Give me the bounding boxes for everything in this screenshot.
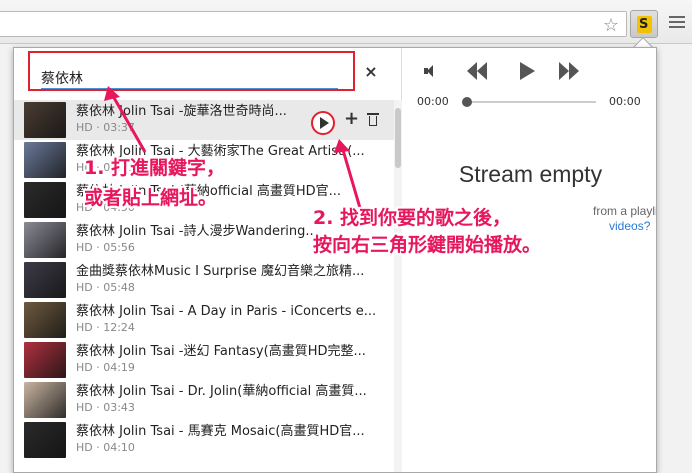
annotation-step1-line1: 1. 打進關鍵字， [84, 157, 226, 179]
annotation-step2-line1: 2. 找到你要的歌之後， [313, 207, 512, 229]
result-meta: HD · 05:56 [76, 241, 135, 254]
result-row[interactable]: 蔡依林 Jolin Tsai -旋華洛世奇時尚... HD · 03:37 + [14, 100, 394, 140]
play-result-button[interactable] [311, 111, 335, 135]
extension-logo-icon: S [637, 16, 652, 33]
video-thumbnail[interactable] [24, 342, 66, 378]
browser-toolbar: ☆ S [0, 0, 692, 44]
result-meta: HD · 05:48 [76, 281, 135, 294]
result-row[interactable]: 金曲獎蔡依林Music I Surprise 魔幻音樂之旅精... HD · 05… [14, 260, 394, 300]
result-meta: HD · 04:19 [76, 361, 135, 374]
result-title: 蔡依林 Jolin Tsai - 馬賽克 Mosaic(高畫質HD官... [76, 424, 365, 439]
video-thumbnail[interactable] [24, 182, 66, 218]
video-thumbnail[interactable] [24, 382, 66, 418]
result-title: 蔡依林 Jolin Tsai - A Day in Paris - iConce… [76, 304, 377, 319]
address-bar[interactable] [0, 11, 627, 37]
result-title: 金曲獎蔡依林Music I Surprise 魔幻音樂之旅精... [76, 264, 365, 279]
rewind-icon[interactable] [467, 62, 489, 80]
screen: ☆ S × 蔡依林 Jolin Tsai -旋華洛世奇時尚... HD · 03:… [0, 0, 692, 473]
annotation-step2-line2: 按向右三角形鍵開始播放。 [313, 234, 542, 256]
result-meta: HD · 04:10 [76, 441, 135, 454]
results-scrollbar[interactable] [394, 100, 402, 472]
player-pane: 00:00 00:00 Stream empty from a playlist… [403, 48, 656, 472]
result-title: 蔡依林 Jolin Tsai -迷幻 Fantasy(高畫質HD完整... [76, 344, 366, 359]
play-icon[interactable] [520, 62, 542, 80]
result-row[interactable]: 蔡依林 Jolin Tsai - 馬賽克 Mosaic(高畫質HD官... HD … [14, 420, 394, 460]
stream-empty-link[interactable]: videos? [609, 219, 650, 233]
seek-knob[interactable] [462, 97, 472, 107]
annotation-step1-line2: 或者貼上網址。 [84, 187, 218, 209]
clear-search-button[interactable]: × [362, 63, 380, 81]
result-row[interactable]: 蔡依林 Jolin Tsai -迷幻 Fantasy(高畫質HD完整... HD … [14, 340, 394, 380]
result-row[interactable]: 蔡依林 Jolin Tsai - A Day in Paris - iConce… [14, 300, 394, 340]
seek-bar[interactable] [462, 97, 596, 107]
scrollbar-thumb[interactable] [395, 108, 401, 168]
result-row[interactable]: 蔡依林 Jolin Tsai - Dr. Jolin(華納official 高畫… [14, 380, 394, 420]
result-meta: HD · 03:43 [76, 401, 135, 414]
browser-menu-icon[interactable] [668, 13, 686, 33]
play-triangle-icon [320, 117, 329, 129]
search-input[interactable] [41, 69, 338, 89]
current-time: 00:00 [417, 95, 449, 108]
add-to-stream-button[interactable]: + [344, 110, 359, 128]
total-time: 00:00 [609, 95, 641, 108]
video-thumbnail[interactable] [24, 102, 66, 138]
volume-icon[interactable] [424, 64, 438, 78]
result-title: 蔡依林 Jolin Tsai -旋華洛世奇時尚... [76, 104, 287, 119]
result-meta: HD · 12:24 [76, 321, 135, 334]
stream-empty-hint: from a playlist or [593, 204, 656, 218]
video-thumbnail[interactable] [24, 142, 66, 178]
video-thumbnail[interactable] [24, 302, 66, 338]
result-meta: HD · 03:37 [76, 121, 135, 134]
extension-button[interactable]: S [630, 10, 658, 38]
search-pane: × 蔡依林 Jolin Tsai -旋華洛世奇時尚...HD · 03:37+蔡… [14, 48, 402, 472]
fast-forward-icon[interactable] [559, 62, 581, 80]
extension-popup: × 蔡依林 Jolin Tsai -旋華洛世奇時尚...HD · 03:37+蔡… [13, 47, 657, 473]
trash-icon[interactable] [367, 112, 379, 126]
video-thumbnail[interactable] [24, 222, 66, 258]
bookmark-star-icon[interactable]: ☆ [600, 14, 622, 36]
video-thumbnail[interactable] [24, 422, 66, 458]
search-highlight-box [28, 51, 355, 91]
result-title: 蔡依林 Jolin Tsai - Dr. Jolin(華納official 高畫… [76, 384, 367, 399]
stream-empty-title: Stream empty [458, 161, 603, 187]
video-thumbnail[interactable] [24, 262, 66, 298]
